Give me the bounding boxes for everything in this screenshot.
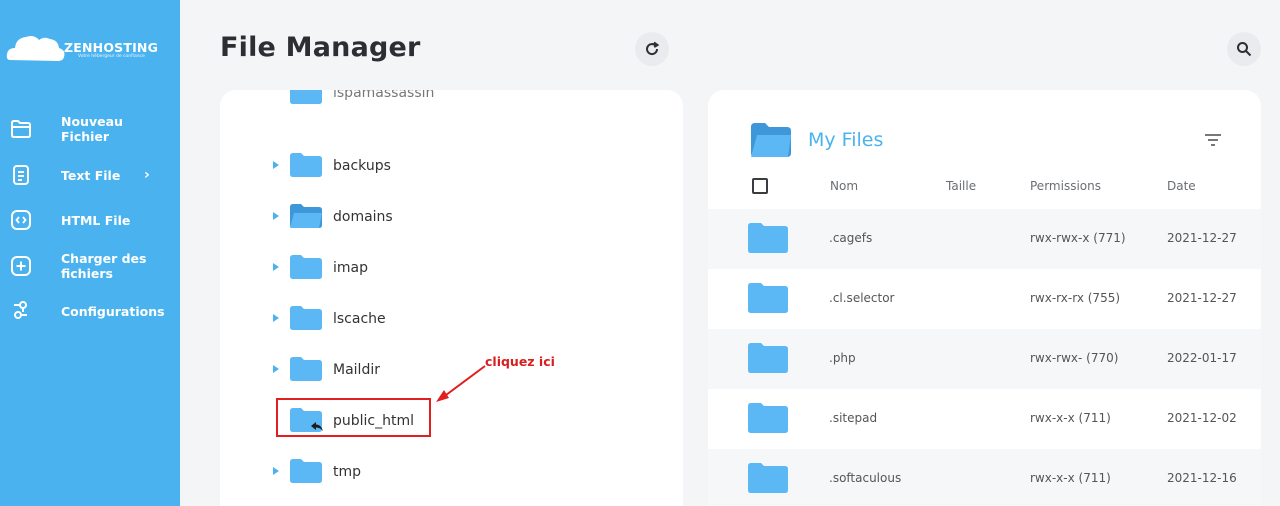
- tree-item-label: lscache: [333, 311, 386, 327]
- tree-item-backups[interactable]: backups: [220, 147, 683, 187]
- tree-item-label: tmp: [333, 464, 362, 480]
- folder-outline-icon: [10, 118, 32, 140]
- file-date: 2021-12-27: [1167, 231, 1237, 245]
- annotation-highlight-box: [276, 398, 431, 437]
- file-date: 2021-12-27: [1167, 291, 1237, 305]
- folder-icon: [748, 223, 788, 253]
- plus-box-icon: [10, 255, 32, 277]
- sidebar-item-text-file[interactable]: Text File ›: [0, 157, 180, 193]
- files-panel: My Files Nom Taille Permissions Date .ca…: [708, 90, 1261, 506]
- sidebar-item-label: Configurations: [61, 303, 165, 319]
- table-row[interactable]: .cl.selector rwx-rx-rx (755) 2021-12-27: [708, 269, 1261, 329]
- file-date: 2022-01-17: [1167, 351, 1237, 365]
- sidebar-item-new-file[interactable]: Nouveau Fichier: [0, 110, 180, 148]
- select-all-checkbox[interactable]: [752, 178, 768, 194]
- tree-item-domains[interactable]: domains: [220, 198, 683, 238]
- folder-tree-panel: lspamassassin backups domains imap lscac…: [220, 90, 683, 506]
- folder-icon: [290, 90, 322, 104]
- brand-name: ZENHOSTING: [64, 40, 159, 55]
- folder-icon: [748, 463, 788, 493]
- files-title: My Files: [808, 129, 884, 151]
- folder-icon: [290, 153, 322, 177]
- expand-arrow-icon[interactable]: [273, 467, 279, 475]
- tree-item-label: domains: [333, 209, 393, 225]
- chevron-right-icon: ›: [144, 167, 150, 183]
- expand-arrow-icon[interactable]: [273, 314, 279, 322]
- file-permissions: rwx-x-x (711): [1030, 471, 1111, 485]
- sidebar-item-html-file[interactable]: HTML File: [0, 202, 180, 238]
- sidebar-item-label: Text File: [61, 167, 121, 183]
- file-name: .softaculous: [829, 471, 902, 485]
- column-header-size[interactable]: Taille: [946, 179, 976, 193]
- column-header-date[interactable]: Date: [1167, 179, 1196, 193]
- file-permissions: rwx-rx-rx (755): [1030, 291, 1121, 305]
- file-name: .sitepad: [829, 411, 878, 425]
- search-icon: [1237, 42, 1252, 57]
- folder-icon: [748, 343, 788, 373]
- table-row[interactable]: .cagefs rwx-rwx-x (771) 2021-12-27: [708, 209, 1261, 269]
- code-icon: [10, 209, 32, 231]
- folder-icon: [748, 403, 788, 433]
- filter-icon[interactable]: [1204, 133, 1222, 147]
- annotation-text: cliquez ici: [485, 354, 555, 369]
- page-title: File Manager: [220, 32, 421, 63]
- table-row[interactable]: .softaculous rwx-x-x (711) 2021-12-16: [708, 449, 1261, 506]
- tree-item-label: imap: [333, 260, 368, 276]
- sidebar-item-label: HTML File: [61, 212, 131, 228]
- tree-item-label: lspamassassin: [333, 90, 435, 101]
- refresh-icon: [646, 41, 660, 56]
- folder-icon: [290, 357, 322, 381]
- tree-item-tmp[interactable]: tmp: [220, 453, 683, 493]
- file-date: 2021-12-02: [1167, 411, 1237, 425]
- column-header-name[interactable]: Nom: [830, 179, 858, 193]
- file-name: .php: [829, 351, 856, 365]
- expand-arrow-icon[interactable]: [273, 161, 279, 169]
- file-permissions: rwx-rwx-x (771): [1030, 231, 1126, 245]
- sidebar: ZENHOSTING Votre hébergeur de confiance …: [0, 0, 180, 506]
- table-row[interactable]: .php rwx-rwx- (770) 2022-01-17: [708, 329, 1261, 389]
- tree-item-lscache[interactable]: lscache: [220, 300, 683, 340]
- folder-open-icon: [751, 123, 791, 157]
- sidebar-item-upload-files[interactable]: Charger des fichiers: [0, 247, 180, 285]
- file-permissions: rwx-rwx- (770): [1030, 351, 1119, 365]
- file-date: 2021-12-16: [1167, 471, 1237, 485]
- cloud-logo-icon: [6, 36, 65, 61]
- file-name: .cagefs: [829, 231, 873, 245]
- column-header-permissions[interactable]: Permissions: [1030, 179, 1101, 193]
- file-name: .cl.selector: [829, 291, 895, 305]
- folder-icon: [748, 283, 788, 313]
- sidebar-item-configurations[interactable]: Configurations: [0, 293, 180, 329]
- document-icon: [10, 164, 32, 186]
- folder-icon: [290, 306, 322, 330]
- folder-icon: [290, 255, 322, 279]
- brand-tagline: Votre hébergeur de confiance: [78, 54, 145, 59]
- settings-sliders-icon: [10, 300, 32, 322]
- search-button[interactable]: [1227, 32, 1261, 66]
- folder-icon: [290, 459, 322, 483]
- expand-arrow-icon[interactable]: [273, 365, 279, 373]
- tree-item-label: backups: [333, 158, 391, 174]
- file-permissions: rwx-x-x (711): [1030, 411, 1111, 425]
- expand-arrow-icon[interactable]: [273, 263, 279, 271]
- annotation-arrow: [436, 365, 486, 402]
- refresh-button[interactable]: [635, 32, 669, 66]
- table-row[interactable]: .sitepad rwx-x-x (711) 2021-12-02: [708, 389, 1261, 449]
- brand-logo[interactable]: ZENHOSTING Votre hébergeur de confiance: [6, 30, 176, 66]
- expand-arrow-icon[interactable]: [273, 212, 279, 220]
- folder-open-icon: [290, 204, 322, 228]
- tree-item-label: Maildir: [333, 362, 380, 378]
- sidebar-item-label: Nouveau Fichier: [61, 114, 123, 144]
- tree-item[interactable]: lspamassassin: [220, 90, 683, 114]
- tree-item-imap[interactable]: imap: [220, 249, 683, 289]
- sidebar-item-label: Charger des fichiers: [61, 251, 147, 281]
